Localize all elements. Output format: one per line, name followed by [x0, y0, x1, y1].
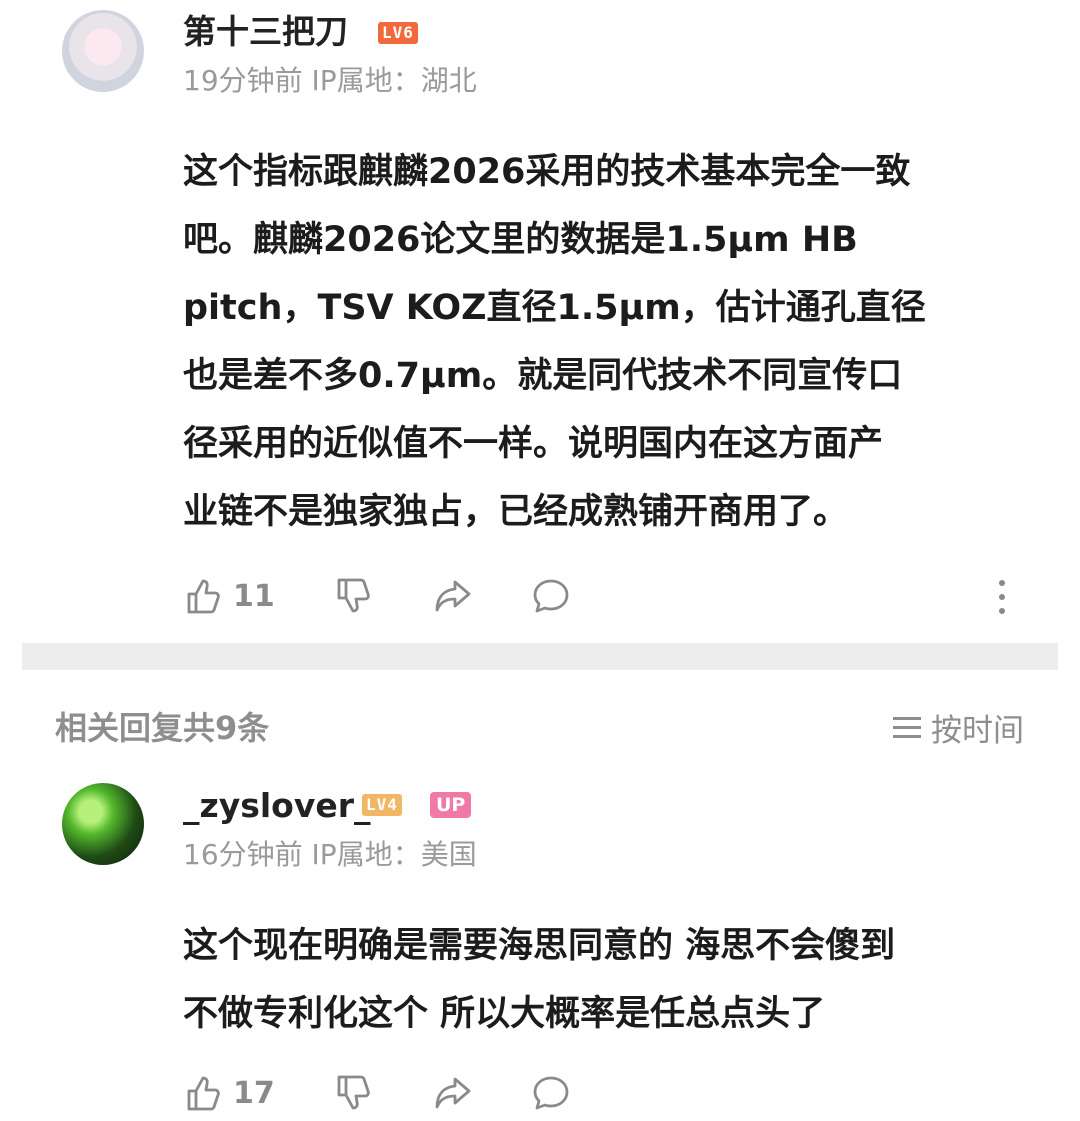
ip-location: IP属地：美国	[311, 838, 477, 871]
content-line: 不做专利化这个 所以大概率是任总点头了	[183, 994, 826, 1034]
like-icon	[187, 1076, 220, 1111]
avatar[interactable]	[62, 783, 144, 865]
sort-button[interactable]: 按时间	[893, 705, 1024, 750]
comment-content: 这个现在明确是需要海思同意的 海思不会傻到 不做专利化这个 所以大概率是任总点头…	[183, 912, 1033, 1048]
comment-meta: 19分钟前 IP属地：湖北	[183, 64, 477, 98]
content-line: 径采用的近似值不一样。说明国内在这方面产	[183, 424, 884, 464]
share-button[interactable]	[433, 1073, 473, 1113]
comment-icon	[533, 1076, 569, 1110]
share-icon	[435, 1077, 471, 1109]
like-count: 11	[233, 578, 275, 614]
share-button[interactable]	[433, 576, 473, 616]
comment-time: 19分钟前	[183, 64, 303, 97]
up-badge: UP	[430, 792, 472, 818]
level-badge: LV4	[362, 794, 402, 816]
section-divider	[22, 643, 1058, 670]
comment-content: 这个指标跟麒麟2026采用的技术基本完全一致 吧。麒麟2026论文里的数据是1.…	[183, 138, 1033, 546]
comment-time: 16分钟前	[183, 838, 303, 871]
sort-label: 按时间	[931, 713, 1024, 749]
content-line: 这个现在明确是需要海思同意的 海思不会傻到	[183, 926, 896, 966]
comment-meta: 16分钟前 IP属地：美国	[183, 838, 477, 872]
username[interactable]: _zyslover_	[183, 786, 371, 826]
content-line: pitch，TSV KOZ直径1.5μm，估计通孔直径	[183, 288, 926, 328]
username[interactable]: 第十三把刀	[183, 12, 348, 52]
dislike-button[interactable]	[333, 1073, 373, 1113]
replies-count: 相关回复共9条	[55, 709, 270, 747]
dislike-icon	[337, 1075, 370, 1110]
content-line: 业链不是独家独占，已经成熟铺开商用了。	[183, 492, 849, 532]
share-icon	[435, 580, 471, 612]
reply-button[interactable]	[531, 576, 571, 616]
sort-icon	[893, 711, 921, 744]
reply-button[interactable]	[531, 1073, 571, 1113]
comment-actions: 11	[183, 576, 1023, 620]
like-button[interactable]: 17	[183, 1073, 275, 1113]
content-line: 这个指标跟麒麟2026采用的技术基本完全一致	[183, 152, 911, 192]
dislike-button[interactable]	[333, 576, 373, 616]
comment-actions: 17	[183, 1073, 1023, 1117]
level-badge: LV6	[378, 22, 418, 44]
comment-icon	[533, 579, 569, 613]
content-line: 也是差不多0.7μm。就是同代技术不同宣传口	[183, 356, 903, 396]
like-button[interactable]: 11	[183, 576, 275, 616]
like-icon	[187, 579, 220, 614]
like-count: 17	[233, 1075, 275, 1111]
dislike-icon	[337, 578, 370, 613]
more-icon[interactable]	[996, 580, 1008, 622]
ip-location: IP属地：湖北	[311, 64, 477, 97]
content-line: 吧。麒麟2026论文里的数据是1.5μm HB	[183, 220, 858, 260]
avatar[interactable]	[62, 10, 144, 92]
